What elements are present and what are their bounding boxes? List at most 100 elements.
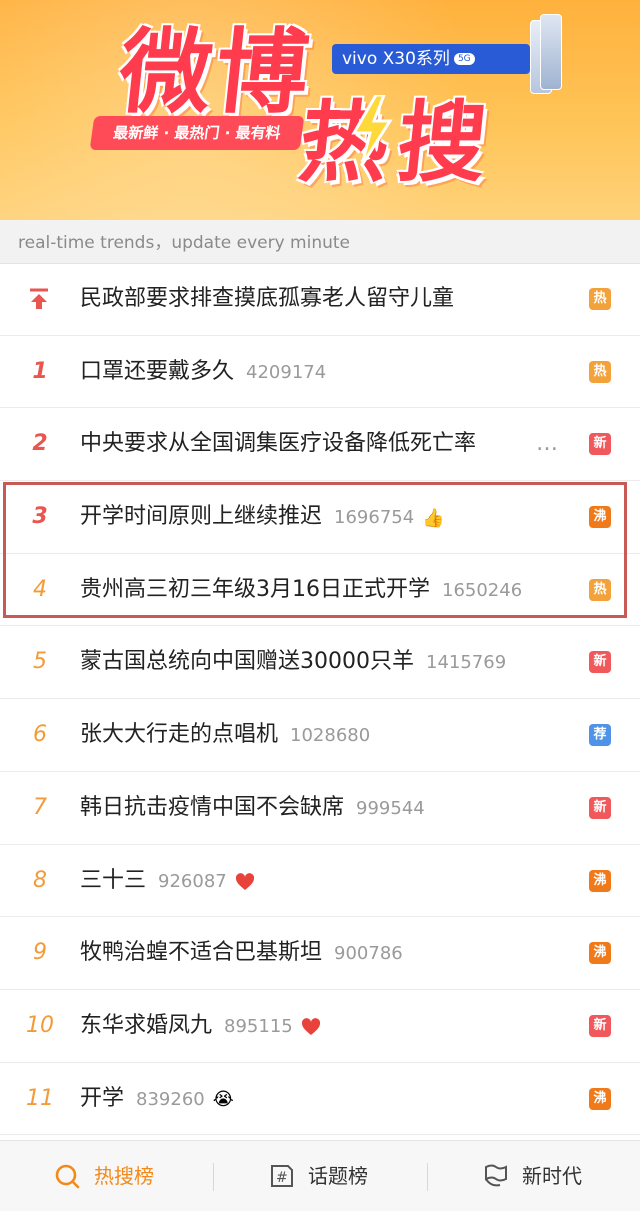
- trend-title[interactable]: 中央要求从全国调集医疗设备降低死亡率: [80, 431, 476, 456]
- rank-number: 1: [32, 358, 48, 384]
- emoji-icon: 👍: [422, 507, 445, 529]
- rank-number: 10: [26, 1012, 54, 1038]
- trend-title[interactable]: 开学: [80, 1086, 124, 1111]
- subtitle-text: real-time trends，update every minute: [18, 233, 351, 253]
- hot-search-banner: 微博 热搜 最新鲜 · 最热门 · 最有料 vivo X30系列 5G: [0, 0, 640, 220]
- trend-row[interactable]: 1 口罩还要戴多久 4209174 热: [0, 336, 640, 409]
- phone-front: [540, 14, 562, 90]
- trend-row[interactable]: 2 中央要求从全国调集医疗设备降低死亡率 … 新: [0, 408, 640, 482]
- trend-row[interactable]: 9 牧鸭治蝗不适合巴基斯坦 900786 沸: [0, 917, 640, 990]
- vivo-ad-text: vivo X30系列: [342, 49, 450, 69]
- trend-count: 1415769: [426, 652, 507, 674]
- tab-new-era[interactable]: 新时代: [482, 1141, 622, 1211]
- banner-slogan: 最新鲜 · 最热门 · 最有料: [89, 116, 305, 150]
- trend-title[interactable]: 蒙古国总统向中国赠送30000只羊: [80, 649, 414, 674]
- trend-row[interactable]: 4 贵州高三初三年级3月16日正式开学 1650246 热: [0, 554, 640, 627]
- trend-count: 900786: [334, 943, 403, 965]
- vivo-ad-label[interactable]: vivo X30系列 5G: [332, 44, 530, 74]
- trend-count: 4209174: [246, 361, 327, 383]
- trend-title-wrap[interactable]: 蒙古国总统向中国赠送30000只羊 1415769: [80, 626, 506, 698]
- tag-badge-hot: 热: [589, 288, 611, 310]
- tag-badge-new: 新: [589, 433, 611, 456]
- rank-number: 9: [33, 940, 47, 966]
- trend-row[interactable]: 3 开学时间原则上继续推迟 1696754 👍 沸: [0, 481, 640, 554]
- trend-title[interactable]: 开学时间原则上继续推迟: [80, 504, 322, 529]
- trend-title[interactable]: 牧鸭治蝗不适合巴基斯坦: [80, 940, 322, 965]
- trend-title-wrap[interactable]: 开学时间原则上继续推迟 1696754 👍: [80, 481, 445, 553]
- banner-title-bottom: 热搜: [294, 90, 502, 194]
- trend-title-wrap[interactable]: 张大大行走的点唱机 1028680: [80, 699, 370, 771]
- trending-list: 民政部要求排查摸底孤寡老人留守儿童热 1 口罩还要戴多久 4209174 热 2 中央要求从…: [0, 263, 640, 1136]
- trend-title-wrap[interactable]: 贵州高三初三年级3月16日正式开学 1650246: [80, 554, 522, 626]
- flag-icon: [485, 1164, 507, 1187]
- trend-count: 1696754: [334, 507, 415, 529]
- trend-title-wrap[interactable]: 东华求婚凤九 895115: [80, 990, 321, 1062]
- tab-hot-search-label: 热搜榜: [94, 1164, 154, 1188]
- tab-divider: [427, 1163, 428, 1191]
- more-ellipsis: …: [536, 431, 558, 457]
- tab-topics-label: 话题榜: [308, 1164, 368, 1188]
- subtitle-bar: real-time trends，update every minute: [0, 220, 640, 264]
- trend-title-wrap[interactable]: 开学 839260 😭: [80, 1063, 234, 1135]
- trend-count: 999544: [356, 797, 425, 819]
- trend-title[interactable]: 贵州高三初三年级3月16日正式开学: [80, 577, 430, 602]
- rank-number: 3: [32, 504, 48, 530]
- trend-count: 926087: [158, 870, 227, 892]
- tag-badge-hot: 热: [589, 578, 611, 601]
- trend-title[interactable]: 民政部要求排查摸底孤寡老人留守儿童: [80, 286, 454, 311]
- trend-row[interactable]: 5 蒙古国总统向中国赠送30000只羊 1415769 新: [0, 626, 640, 700]
- heart-icon: [301, 1018, 320, 1036]
- rank-number: 11: [26, 1085, 54, 1111]
- tag-badge-new: 新: [589, 1014, 611, 1037]
- trend-row[interactable]: 11 开学 839260 😭 沸: [0, 1063, 640, 1136]
- rank-number: 7: [33, 794, 47, 820]
- tag-badge-boil: 沸: [589, 506, 611, 529]
- trend-title-wrap[interactable]: 口罩还要戴多久 4209174: [80, 336, 326, 408]
- trend-title-wrap[interactable]: 韩日抗击疫情中国不会缺席 999544: [80, 772, 425, 844]
- trend-count: 839260: [136, 1088, 205, 1110]
- hashtag-icon: #: [271, 1165, 293, 1187]
- trend-row[interactable]: 7 韩日抗击疫情中国不会缺席 999544 新: [0, 772, 640, 845]
- rank-number: 8: [33, 867, 47, 893]
- rank-number: 4: [33, 576, 47, 602]
- trend-title[interactable]: 东华求婚凤九: [80, 1013, 212, 1038]
- rank-number: 6: [33, 722, 47, 748]
- tag-badge-recommend: 荐: [589, 724, 611, 747]
- trend-row[interactable]: 8 三十三 926087 沸: [0, 845, 640, 918]
- tab-divider: [213, 1163, 214, 1191]
- tag-badge-boil: 沸: [589, 942, 611, 965]
- tag-badge-boil: 沸: [589, 1087, 611, 1110]
- rank-number: 5: [33, 649, 47, 675]
- tab-new-era-label: 新时代: [522, 1164, 582, 1188]
- trend-title[interactable]: 张大大行走的点唱机: [80, 722, 278, 747]
- heart-icon: [235, 873, 254, 890]
- trend-row[interactable]: 6 张大大行走的点唱机 1028680 荐: [0, 699, 640, 772]
- trend-count: 1650246: [442, 579, 523, 601]
- trend-title-wrap[interactable]: 三十三 926087: [80, 845, 255, 917]
- trend-title[interactable]: 韩日抗击疫情中国不会缺席: [80, 795, 344, 820]
- emoji-icon: 😭: [212, 1089, 234, 1111]
- tab-topics[interactable]: # 话题榜: [268, 1141, 408, 1211]
- 5g-badge: 5G: [453, 53, 475, 65]
- bottom-tab-bar: 热搜榜 # 话题榜 新时代: [0, 1140, 640, 1211]
- trend-count: 1028680: [290, 725, 371, 747]
- tag-badge-new: 新: [589, 651, 611, 674]
- trend-title-wrap[interactable]: 中央要求从全国调集医疗设备降低死亡率: [80, 408, 476, 480]
- trend-title[interactable]: 口罩还要戴多久: [80, 359, 234, 384]
- trend-title-wrap[interactable]: 牧鸭治蝗不适合巴基斯坦 900786: [80, 917, 403, 989]
- rank-number: 2: [32, 431, 48, 457]
- trend-count: 895115: [224, 1015, 293, 1037]
- search-icon: [55, 1164, 80, 1189]
- banner-title-top: 微博: [114, 18, 318, 126]
- trend-title[interactable]: 三十三: [80, 868, 146, 893]
- svg-text:#: #: [276, 1170, 288, 1186]
- trend-row[interactable]: 10 东华求婚凤九 895115 新: [0, 990, 640, 1063]
- trend-title-wrap[interactable]: 民政部要求排查摸底孤寡老人留守儿童: [80, 263, 454, 335]
- tab-hot-search[interactable]: 热搜榜: [54, 1141, 194, 1211]
- phone-image: [530, 14, 568, 94]
- tag-badge-boil: 沸: [589, 869, 611, 892]
- tag-badge-new: 新: [589, 796, 611, 819]
- pin-top-icon: [30, 288, 48, 309]
- trend-row[interactable]: 民政部要求排查摸底孤寡老人留守儿童 热: [0, 263, 640, 336]
- tag-badge-hot: 热: [589, 360, 611, 383]
